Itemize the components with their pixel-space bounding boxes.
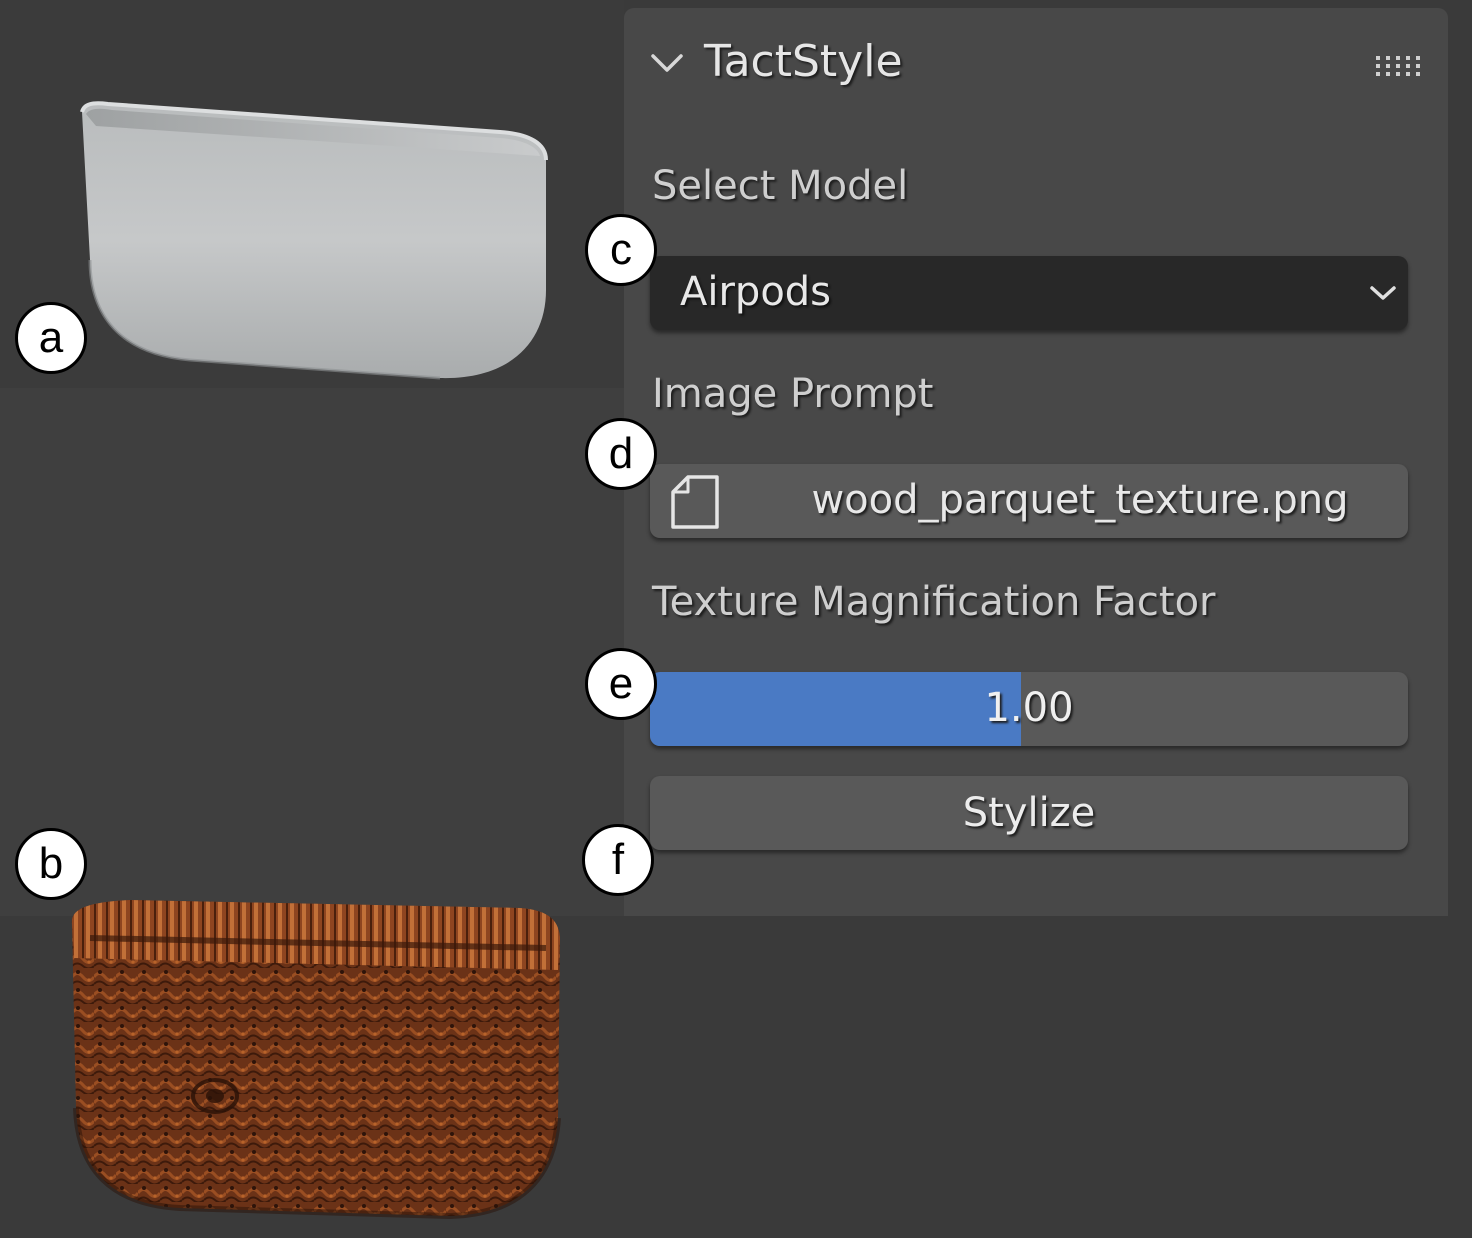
model-dropdown[interactable]: Airpods xyxy=(650,256,1408,330)
texture-magnification-slider[interactable]: 1.00 xyxy=(650,672,1408,746)
callout-d: d xyxy=(585,418,657,490)
panel-title: TactStyle xyxy=(704,36,903,87)
callout-a: a xyxy=(15,302,87,374)
callout-e: e xyxy=(585,648,657,720)
image-prompt-label: Image Prompt xyxy=(652,371,934,417)
callout-f: f xyxy=(582,824,654,896)
original-model-render xyxy=(80,101,548,380)
stylize-button[interactable]: Stylize xyxy=(650,776,1408,850)
tactstyle-panel: TactStyle Select Model Airpods Image Pro… xyxy=(624,8,1448,916)
viewport-stylized-view xyxy=(0,388,624,1220)
3d-viewport[interactable] xyxy=(0,0,624,1220)
panel-header[interactable]: TactStyle xyxy=(624,8,1448,118)
callout-c: c xyxy=(585,214,657,286)
chevron-down-icon[interactable] xyxy=(650,50,684,76)
slider-value: 1.00 xyxy=(984,685,1074,731)
callout-b: b xyxy=(15,828,87,900)
model-dropdown-value: Airpods xyxy=(680,269,832,315)
viewport-original-view xyxy=(0,0,624,388)
image-prompt-file-field[interactable]: wood_parquet_texture.png xyxy=(650,464,1408,538)
texture-magnification-label: Texture Magnification Factor xyxy=(652,579,1216,625)
select-model-label: Select Model xyxy=(652,163,909,209)
image-prompt-file-name: wood_parquet_texture.png xyxy=(811,477,1349,523)
drag-handle-icon[interactable] xyxy=(1374,54,1420,78)
stylized-model-render xyxy=(71,900,561,1220)
chevron-down-icon xyxy=(1370,286,1396,300)
file-icon[interactable] xyxy=(670,474,720,530)
